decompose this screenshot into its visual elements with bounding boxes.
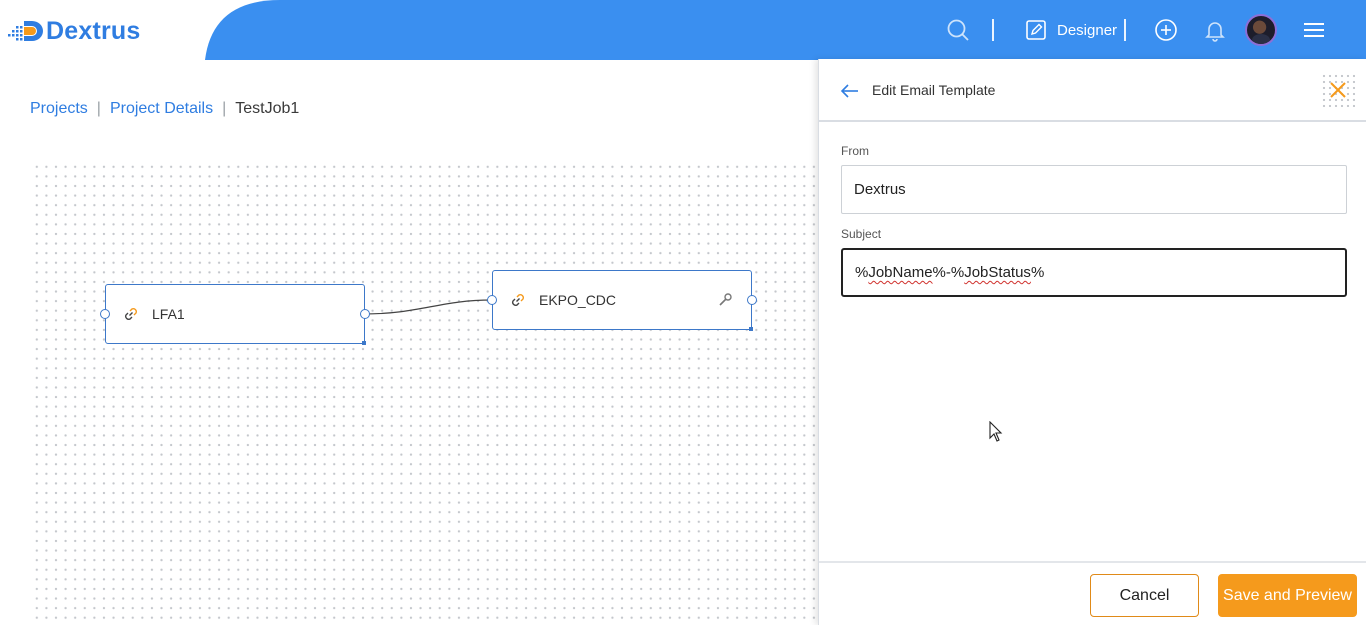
spellcheck-word: JobName (868, 264, 933, 281)
designer-label: Designer (1057, 21, 1118, 39)
node-output-port[interactable] (747, 295, 757, 305)
pipeline-node-lfa1[interactable]: LFA1 (100, 284, 370, 345)
top-header: Dextrus Designer (0, 0, 1366, 60)
header-divider (992, 19, 994, 41)
edit-icon (1026, 20, 1046, 40)
node-input-port[interactable] (100, 309, 110, 319)
link-icon (509, 291, 527, 309)
cancel-button[interactable]: Cancel (1090, 574, 1199, 617)
node-input-port[interactable] (487, 295, 497, 305)
app-root: Dextrus Designer Projects | Project Deta… (0, 0, 1366, 625)
save-and-preview-button[interactable]: Save and Preview (1218, 574, 1357, 617)
dextrus-logo-icon (8, 21, 43, 41)
from-value: Dextrus (854, 181, 906, 198)
node-resize-handle[interactable] (362, 341, 366, 345)
breadcrumb: Projects | Project Details | TestJob1 (30, 100, 299, 118)
designer-mode-button[interactable]: Designer (1025, 17, 1117, 43)
from-field[interactable]: Dextrus (841, 165, 1347, 214)
brand-name: Dextrus (46, 16, 141, 45)
pipeline-canvas[interactable] (30, 160, 820, 625)
dextrus-logo[interactable]: Dextrus (8, 14, 141, 48)
avatar[interactable] (1245, 14, 1277, 46)
panel-footer: Cancel Save and Preview (819, 561, 1366, 625)
breadcrumb-projects[interactable]: Projects (30, 100, 88, 118)
header-divider (1124, 19, 1126, 41)
breadcrumb-current-job: TestJob1 (235, 100, 300, 117)
subject-field[interactable]: %JobName%-%JobStatus% (841, 248, 1347, 297)
breadcrumb-separator: | (222, 100, 227, 117)
breadcrumb-separator: | (96, 100, 101, 117)
hamburger-menu-icon[interactable] (1299, 15, 1329, 45)
node-label: EKPO_CDC (539, 292, 617, 308)
node-resize-handle[interactable] (749, 327, 753, 331)
spellcheck-word: JobStatus (964, 264, 1031, 281)
bell-icon[interactable] (1200, 15, 1230, 45)
search-icon[interactable] (943, 15, 973, 45)
node-label: LFA1 (152, 306, 185, 322)
close-icon[interactable] (1321, 73, 1355, 107)
subject-value: %JobName%-%JobStatus% (855, 264, 1045, 281)
link-icon (122, 305, 140, 323)
breadcrumb-project-details[interactable]: Project Details (110, 100, 213, 118)
add-circle-icon[interactable] (1151, 15, 1181, 45)
wrench-icon[interactable] (717, 292, 733, 308)
pipeline-node-ekpo-cdc[interactable]: EKPO_CDC (487, 270, 757, 331)
edit-email-template-panel: Edit Email Template From Dextrus Subject… (818, 59, 1366, 625)
panel-header: Edit Email Template (819, 59, 1366, 122)
back-arrow-icon[interactable] (839, 81, 861, 101)
subject-label: Subject (841, 227, 882, 241)
from-label: From (841, 144, 869, 158)
panel-title: Edit Email Template (872, 82, 996, 98)
mouse-cursor-icon (989, 421, 1003, 442)
node-output-port[interactable] (360, 309, 370, 319)
